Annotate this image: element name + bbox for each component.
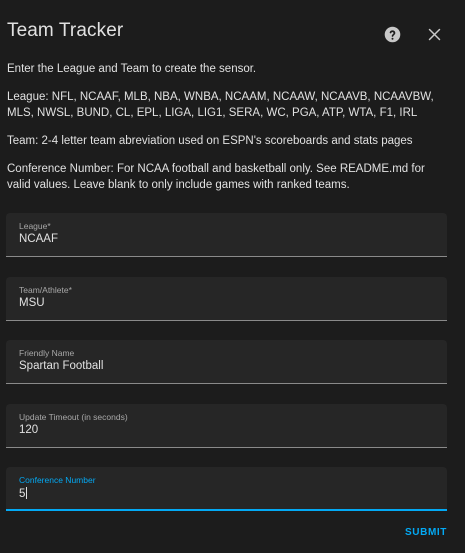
- dialog-header: Team Tracker: [0, 0, 465, 60]
- submit-button[interactable]: SUBMIT: [400, 527, 452, 541]
- team-field[interactable]: Team/Athlete* MSU: [6, 277, 447, 321]
- friendly-name-field-value: Spartan Football: [19, 360, 104, 372]
- conference-help-text: Conference Number: For NCAA football and…: [7, 163, 425, 191]
- dialog-title: Team Tracker: [7, 20, 124, 41]
- close-icon[interactable]: [427, 27, 442, 42]
- league-help-text: League: NFL, NCAAF, MLB, NBA, WNBA, NCAA…: [7, 91, 434, 119]
- update-timeout-field-value: 120: [19, 424, 39, 436]
- conference-number-field-value: 5: [19, 487, 28, 500]
- team-field-label: Team/Athlete*: [19, 285, 72, 295]
- update-timeout-field-label: Update Timeout (in seconds): [19, 412, 128, 422]
- team-tracker-dialog: Team Tracker Enter the League and Team t…: [0, 0, 465, 553]
- team-help-text: Team: 2-4 letter team abreviation used o…: [7, 135, 413, 147]
- conference-number-field[interactable]: Conference Number 5: [6, 467, 447, 511]
- conference-number-value-text: 5: [19, 488, 26, 500]
- conference-number-field-label: Conference Number: [19, 475, 96, 485]
- help-circle-icon[interactable]: [384, 26, 401, 43]
- friendly-name-field-label: Friendly Name: [19, 348, 75, 358]
- league-field-value: NCAAF: [19, 233, 58, 245]
- league-field[interactable]: League* NCAAF: [6, 213, 447, 257]
- friendly-name-field[interactable]: Friendly Name Spartan Football: [6, 340, 447, 384]
- team-field-value: MSU: [19, 297, 45, 309]
- text-caret: [26, 487, 28, 499]
- intro-text: Enter the League and Team to create the …: [7, 63, 257, 75]
- update-timeout-field[interactable]: Update Timeout (in seconds) 120: [6, 404, 447, 448]
- league-field-label: League*: [19, 221, 51, 231]
